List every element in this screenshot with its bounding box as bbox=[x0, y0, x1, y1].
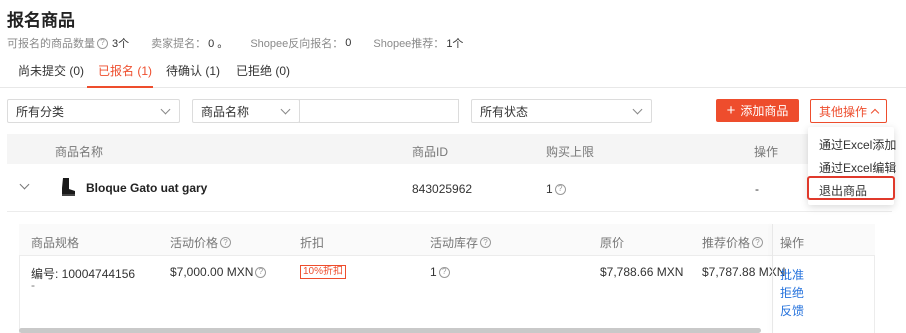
discount-badge: 10%折扣 bbox=[300, 265, 347, 279]
chevron-down-icon bbox=[632, 104, 643, 115]
sub-header-original: 原价 bbox=[600, 234, 624, 251]
menu-item-excel-edit[interactable]: 通过Excel编辑 bbox=[819, 159, 896, 176]
plus-icon: + bbox=[726, 102, 736, 119]
tab-rejected[interactable]: 已拒绝 (0) bbox=[236, 62, 290, 79]
question-circle-icon[interactable]: ? bbox=[480, 237, 492, 248]
header-purchase-limit: 购买上限 bbox=[546, 145, 595, 159]
stat-seller-label: 卖家提名： bbox=[151, 38, 207, 50]
stat-seller-value: 0 。 bbox=[208, 38, 229, 50]
stats-bar: 可报名的商品数量 ? 3个 卖家提名： 0 。 Shopee反向报名： 0 Sh… bbox=[7, 35, 485, 51]
sticky-column-divider bbox=[772, 224, 773, 333]
status-select[interactable]: 所有状态 bbox=[471, 99, 652, 123]
question-circle-icon[interactable]: ? bbox=[97, 37, 108, 49]
sub-header-recommended: 推荐价格? bbox=[702, 234, 765, 251]
sub-header-discount: 折扣 bbox=[300, 234, 324, 251]
stat-eligible-label: 可报名的商品数量 bbox=[7, 38, 95, 50]
sub-header-actions-label: 操作 bbox=[780, 236, 805, 250]
question-circle-icon[interactable]: ? bbox=[255, 266, 267, 278]
sub-header-recommended-label: 推荐价格 bbox=[702, 236, 751, 250]
row-action: - bbox=[755, 182, 759, 196]
variation-spec-sub: - bbox=[31, 278, 35, 292]
sub-header-price: 活动价格? bbox=[170, 234, 233, 251]
sub-header-original-label: 原价 bbox=[600, 236, 625, 250]
question-circle-icon[interactable]: ? bbox=[752, 237, 764, 248]
status-select-value: 所有状态 bbox=[480, 104, 529, 119]
approve-link[interactable]: 批准 bbox=[780, 266, 804, 283]
tab-not-submitted[interactable]: 尚未提交 (0) bbox=[18, 62, 84, 79]
sub-header-discount-label: 折扣 bbox=[300, 236, 325, 250]
header-product-name: 商品名称 bbox=[55, 145, 104, 159]
stat-eligible-value: 3个 bbox=[112, 38, 130, 50]
purchase-limit: 1 ? bbox=[546, 182, 568, 196]
variation-stock: 1 ? bbox=[430, 265, 452, 279]
chevron-up-icon bbox=[870, 108, 880, 117]
feedback-link[interactable]: 反馈 bbox=[780, 302, 804, 319]
question-circle-icon[interactable]: ? bbox=[438, 266, 450, 278]
other-actions-button[interactable]: 其他操作 bbox=[810, 99, 887, 123]
stat-shopee-reverse-value: 0 bbox=[345, 37, 352, 49]
menu-item-excel-add[interactable]: 通过Excel添加 bbox=[819, 136, 896, 153]
product-id: 843025962 bbox=[412, 182, 473, 196]
product-thumbnail bbox=[56, 176, 78, 198]
variation-original-price: $7,788.66 MXN bbox=[600, 265, 684, 279]
stat-shopee-rec-label: Shopee推荐： bbox=[373, 38, 445, 50]
stat-shopee-reverse: Shopee反向报名： 0 bbox=[250, 35, 351, 51]
sub-header-price-label: 活动价格 bbox=[170, 236, 219, 250]
reject-link[interactable]: 拒绝 bbox=[780, 284, 804, 301]
sub-header-actions: 操作 bbox=[780, 234, 804, 251]
sub-header-spec: 商品规格 bbox=[31, 234, 79, 251]
horizontal-scrollbar[interactable] bbox=[19, 328, 761, 333]
variation-stock-value: 1 bbox=[430, 265, 437, 279]
tab-pending[interactable]: 待确认 (1) bbox=[166, 62, 220, 79]
search-input[interactable] bbox=[299, 99, 459, 123]
status-tabs: 尚未提交 (0) 已报名 (1) 待确认 (1) 已拒绝 (0) bbox=[0, 54, 906, 88]
search-field-value: 商品名称 bbox=[201, 104, 250, 119]
tab-enrolled[interactable]: 已报名 (1) bbox=[98, 62, 152, 79]
active-tab-indicator bbox=[87, 86, 153, 88]
purchase-limit-value: 1 bbox=[546, 182, 553, 196]
add-product-button[interactable]: + 添加商品 bbox=[716, 99, 799, 122]
stat-shopee-reverse-label: Shopee反向报名： bbox=[250, 38, 344, 50]
stat-shopee-rec: Shopee推荐： 1个 bbox=[373, 35, 463, 51]
category-select-value: 所有分类 bbox=[16, 104, 65, 119]
stat-eligible: 可报名的商品数量 ? 3个 bbox=[7, 35, 129, 51]
add-product-label: 添加商品 bbox=[740, 104, 789, 118]
variation-price: $7,000.00 MXN ? bbox=[170, 265, 268, 279]
product-name[interactable]: Bloque Gato uat gary bbox=[86, 181, 207, 195]
sub-header-stock: 活动库存? bbox=[430, 234, 493, 251]
other-actions-label: 其他操作 bbox=[818, 104, 867, 119]
page-title: 报名商品 bbox=[7, 11, 75, 30]
stat-seller: 卖家提名： 0 。 bbox=[151, 35, 228, 51]
sub-header-spec-label: 商品规格 bbox=[31, 236, 80, 250]
variation-spec: 编号: 10004744156 bbox=[31, 267, 136, 281]
variation-price-value: $7,000.00 MXN bbox=[170, 265, 254, 279]
sub-header-stock-label: 活动库存 bbox=[430, 236, 479, 250]
chevron-down-icon bbox=[280, 104, 291, 115]
question-circle-icon[interactable]: ? bbox=[554, 183, 566, 195]
header-actions: 操作 bbox=[754, 145, 779, 159]
chevron-down-icon bbox=[160, 104, 171, 115]
category-select[interactable]: 所有分类 bbox=[7, 99, 180, 123]
header-product-id: 商品ID bbox=[412, 145, 449, 159]
highlight-box bbox=[807, 176, 895, 200]
question-circle-icon[interactable]: ? bbox=[220, 237, 232, 248]
stat-shopee-rec-value: 1个 bbox=[446, 38, 464, 50]
search-field-select[interactable]: 商品名称 bbox=[192, 99, 300, 123]
